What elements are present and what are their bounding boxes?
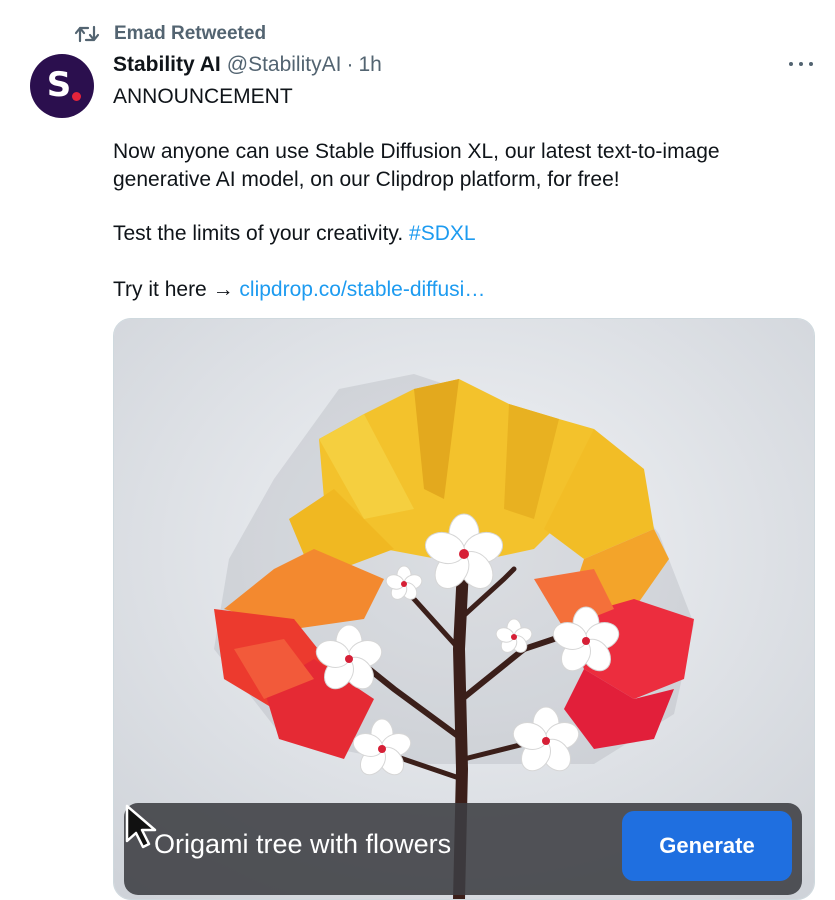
- tweet-line-body: Now anyone can use Stable Diffusion XL, …: [113, 138, 803, 194]
- more-icon[interactable]: [789, 54, 813, 74]
- avatar[interactable]: S: [30, 54, 94, 118]
- tweet-media[interactable]: Origami tree with flowers Generate: [113, 318, 815, 900]
- avatar-dot: [72, 92, 81, 101]
- author-handle[interactable]: @StabilityAI: [227, 53, 342, 77]
- header-separator: ·: [346, 53, 354, 76]
- clipdrop-link[interactable]: clipdrop.co/stable-diffusi…: [239, 278, 485, 301]
- retweet-label: Emad Retweeted: [114, 23, 267, 44]
- creativity-text: Test the limits of your creativity.: [113, 222, 404, 245]
- avatar-letter: S: [46, 65, 72, 105]
- tweet-time[interactable]: 1h: [358, 53, 381, 77]
- tweet-header: Stability AI @StabilityAI · 1h: [113, 53, 382, 77]
- tweet-line-creativity: Test the limits of your creativity. #SDX…: [113, 220, 803, 248]
- prompt-bar: Origami tree with flowers Generate: [124, 803, 802, 895]
- hashtag-link[interactable]: #SDXL: [409, 222, 476, 245]
- author-name[interactable]: Stability AI: [113, 53, 221, 77]
- retweet-icon: [74, 25, 100, 43]
- tweet-line-try: Try it here → clipdrop.co/stable-diffusi…: [113, 276, 803, 304]
- generate-button[interactable]: Generate: [622, 811, 792, 881]
- retweet-context[interactable]: Emad Retweeted: [74, 22, 266, 46]
- prompt-text[interactable]: Origami tree with flowers: [154, 829, 451, 860]
- tweet-body-line-2: generative AI model, on our Clipdrop pla…: [113, 168, 620, 191]
- tweet-line-announcement: ANNOUNCEMENT: [113, 85, 293, 108]
- try-text: Try it here →: [113, 278, 234, 301]
- tweet-body-line-1: Now anyone can use Stable Diffusion XL, …: [113, 140, 720, 163]
- cursor-icon: [125, 804, 157, 849]
